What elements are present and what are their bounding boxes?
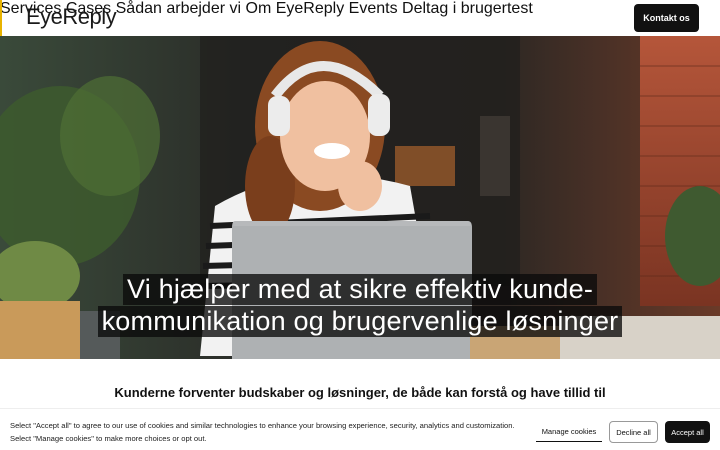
hero-heading: Vi hjælper med at sikre effektiv kunde- … xyxy=(0,274,720,338)
cookie-text: Select "Accept all" to agree to our use … xyxy=(10,420,530,445)
cookie-text-line-2: Select "Manage cookies" to make more cho… xyxy=(10,433,207,443)
cookie-banner: Select "Accept all" to agree to our use … xyxy=(0,408,720,450)
eyereply-logo[interactable]: EyeReply xyxy=(26,4,117,30)
accept-all-button[interactable]: Accept all xyxy=(665,421,710,443)
contact-button[interactable]: Kontakt os xyxy=(634,4,699,32)
hero-heading-line-1: Vi hjælper med at sikre effektiv kunde- xyxy=(122,274,598,305)
section-subheading: Kunderne forventer budskaber og løsninge… xyxy=(114,385,606,400)
nav-user-test[interactable]: Deltag i brugertest xyxy=(402,0,533,17)
header-accent-bar xyxy=(0,0,2,36)
manage-cookies-button[interactable]: Manage cookies xyxy=(536,422,602,442)
hero-section: Vi hjælper med at sikre effektiv kunde- … xyxy=(0,36,720,359)
nav-about[interactable]: Om EyeReply xyxy=(246,0,345,17)
site-header: EyeReply Services Cases Sådan arbejder v… xyxy=(0,0,720,36)
cookie-text-line-1: Select "Accept all" to agree to our use … xyxy=(10,421,515,430)
nav-events[interactable]: Events xyxy=(349,0,398,17)
hero-heading-line-2: kommunikation og brugervenlige løsninger xyxy=(97,306,623,337)
nav-how-we-work[interactable]: Sådan arbejder vi xyxy=(116,0,241,17)
decline-all-button[interactable]: Decline all xyxy=(609,421,658,443)
